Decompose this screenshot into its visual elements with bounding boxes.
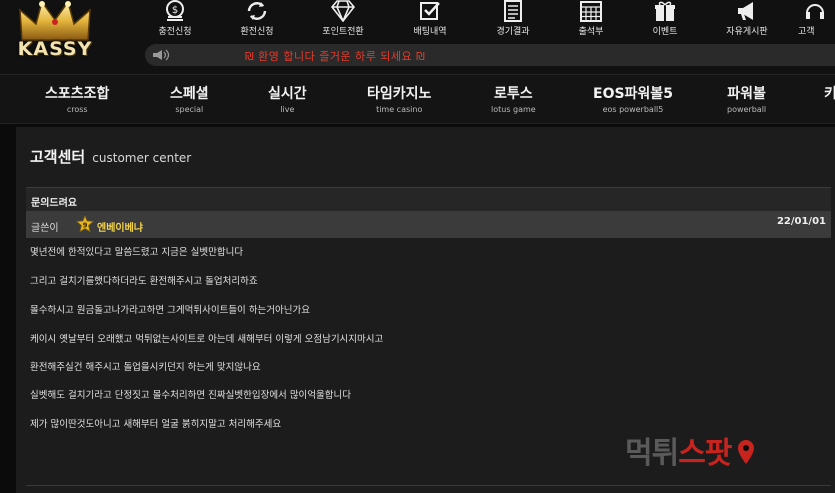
calendar-icon <box>580 1 602 22</box>
topnav-label: 고객 <box>798 27 815 37</box>
mainnav-label: 로투스 <box>494 86 533 102</box>
top-header: KASSY $ 충전신청 환전신청 포인트전환 배팅내역 경기결과 출석부 이벤… <box>0 0 835 74</box>
mainnav-more[interactable]: 키 <box>824 83 835 105</box>
topnav-label: 경기결과 <box>496 27 530 37</box>
page-title-en: customer center <box>92 151 192 165</box>
post-subject: 문의드려요 <box>31 198 77 209</box>
mainnav-special[interactable]: 스페셜 special <box>170 83 209 114</box>
site-logo[interactable]: KASSY <box>10 0 100 70</box>
post-subject-bar: 문의드려요 <box>26 187 831 211</box>
mainnav-label: 파워볼 <box>727 86 766 102</box>
topnav-withdraw[interactable]: 환전신청 <box>220 0 294 40</box>
mainnav-label: 타임카지노 <box>367 86 432 102</box>
topnav-deposit[interactable]: $ 충전신청 <box>138 0 212 40</box>
mainnav-label: EOS파워볼5 <box>593 86 673 102</box>
mainnav-sublabel: eos powerball5 <box>602 105 664 114</box>
post-body-line: 그리고 걸치기를했다하더라도 환전해주시고 돌업처리하죠 <box>30 276 258 287</box>
page-title: 고객센터 customer center <box>30 146 191 167</box>
mainnav-sublabel: special <box>175 105 204 114</box>
post-date: 22/01/01 <box>776 216 826 227</box>
exchange-arrows-icon <box>247 2 267 20</box>
topnav-label: 자유게시판 <box>726 27 768 37</box>
topnav-label: 이벤트 <box>652 27 678 37</box>
divider <box>26 485 831 486</box>
mainnav-sublabel: cross <box>66 105 88 114</box>
mainnav-eos-powerball5[interactable]: EOS파워볼5 eos powerball5 <box>593 83 673 114</box>
topnav-customer[interactable]: 고객 <box>798 0 835 40</box>
mainnav-label: 스페셜 <box>170 86 209 102</box>
topnav-event[interactable]: 이벤트 <box>628 0 702 40</box>
topnav-label: 배팅내역 <box>413 27 447 37</box>
mainnav-sublabel: lotus game <box>491 105 536 114</box>
topnav-label: 환전신청 <box>240 27 274 37</box>
notice-text: ₪ 환영 합니다 즐거운 하루 되세요 ₪ <box>245 50 426 63</box>
document-list-icon <box>504 0 522 22</box>
watermark: 먹튀스팟 <box>625 428 755 472</box>
topnav-label: 충전신청 <box>158 27 192 37</box>
post-body-line: 몰수하시고 원금돌고나가라고하면 그게먹튀사이트들이 하는거아닌가요 <box>30 305 310 316</box>
mainnav-label: 실시간 <box>268 86 307 102</box>
level-badge-icon: 9 <box>76 215 94 233</box>
notice-bar: ₪ 환영 합니다 즐거운 하루 되세요 ₪ <box>145 44 835 66</box>
post-meta-bar: 글쓴이 9 엔베이베냐 22/01/01 <box>26 211 831 238</box>
topnav-free-board[interactable]: 자유게시판 <box>710 0 784 40</box>
level-badge-number: 9 <box>83 222 88 230</box>
watermark-part1: 먹튀 <box>625 436 679 471</box>
mainnav-powerball[interactable]: 파워볼 powerball <box>727 83 766 114</box>
topnav-label: 포인트전환 <box>322 27 364 37</box>
watermark-part2: 스팟 <box>678 436 732 471</box>
page: KASSY $ 충전신청 환전신청 포인트전환 배팅내역 경기결과 출석부 이벤… <box>0 0 835 493</box>
mainnav-label: 키 <box>824 86 835 102</box>
author-label: 글쓴이 <box>31 223 59 234</box>
post-body-line: 실벳해도 걸치기라고 단정짓고 몰수처리하면 진짜실벳한입장에서 많이억울합니다 <box>30 390 351 401</box>
post-body-line: 제가 많이딴것도아니고 새해부터 얼굴 붉히지말고 처리해주세요 <box>30 419 282 430</box>
post-body-line: 몇년전에 한적있다고 말씀드렸고 지금은 실벳만합니다 <box>30 247 244 258</box>
logo-text: KASSY <box>17 38 93 60</box>
mainnav-sublabel: time casino <box>376 105 423 114</box>
map-pin-icon <box>737 440 754 464</box>
mainnav-sublabel: live <box>280 105 295 114</box>
gift-icon <box>655 1 675 21</box>
post-body-line: 케이시 옛날부터 오래했고 먹튀없는사이트로 아는데 새해부터 이렇게 오점남기… <box>30 334 384 345</box>
topnav-bet-history[interactable]: 배팅내역 <box>393 0 467 40</box>
topnav-label: 출석부 <box>578 27 604 37</box>
diamond-icon <box>330 0 356 22</box>
mainnav-label: 스포츠조합 <box>45 86 110 102</box>
speaker-icon <box>153 49 170 61</box>
topnav-point-convert[interactable]: 포인트전환 <box>306 0 380 40</box>
author-name[interactable]: 엔베이베냐 <box>97 219 143 234</box>
page-title-ko: 고객센터 <box>30 148 86 166</box>
mainnav-sports-combo[interactable]: 스포츠조합 cross <box>45 83 109 114</box>
topnav-game-results[interactable]: 경기결과 <box>476 0 550 40</box>
coin-stack-icon: $ <box>166 0 184 21</box>
main-nav: 스포츠조합 cross 스페셜 special 실시간 live 타임카지노 t… <box>0 74 835 124</box>
checkbox-icon <box>420 2 440 20</box>
mainnav-time-casino[interactable]: 타임카지노 time casino <box>367 83 431 114</box>
mainnav-live[interactable]: 실시간 live <box>268 83 307 114</box>
megaphone-icon <box>738 2 753 20</box>
post-body-line: 환전해주실건 해주시고 돌업을시키던지 하는게 맞지않나요 <box>30 362 261 373</box>
mainnav-lotus[interactable]: 로투스 lotus game <box>491 83 536 114</box>
topnav-attendance[interactable]: 출석부 <box>554 0 628 40</box>
mainnav-sublabel: powerball <box>727 105 767 114</box>
svg-text:$: $ <box>172 5 178 16</box>
headset-icon <box>806 4 824 19</box>
